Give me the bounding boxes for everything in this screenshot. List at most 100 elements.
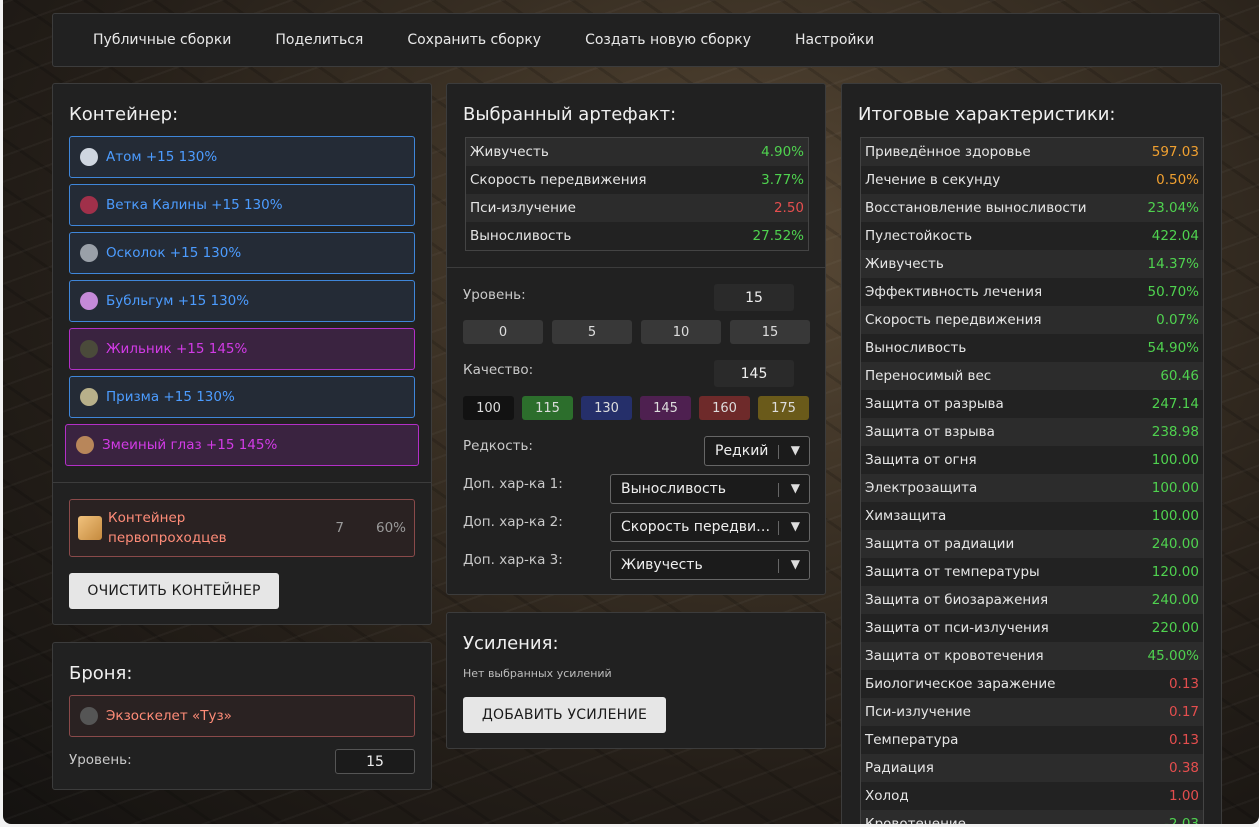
slot-label: Ветка Калины +15 130%: [106, 197, 283, 213]
stat-value: 422.04: [1151, 228, 1199, 244]
container-slot[interactable]: Бубльгум +15 130%: [69, 280, 415, 322]
final-stat-row: Живучесть 14.37%: [861, 250, 1203, 278]
stat-name: Радиация: [865, 760, 934, 776]
quality-label: Качество:: [463, 362, 534, 378]
nav-save-build[interactable]: Сохранить сборку: [407, 32, 541, 48]
level-preset-button[interactable]: 0: [463, 320, 543, 344]
stat-value: 2.50: [773, 200, 804, 216]
nav-new-build[interactable]: Создать новую сборку: [585, 32, 751, 48]
stat-value: 0.17: [1168, 704, 1199, 720]
extra1-label: Доп. хар-ка 1:: [463, 476, 563, 492]
stat-value: 0.38: [1168, 760, 1199, 776]
stat-value: 23.04%: [1147, 200, 1199, 216]
stat-value: -2.03: [1164, 816, 1199, 824]
clear-container-button[interactable]: ОЧИСТИТЬ КОНТЕЙНЕР: [69, 573, 279, 609]
container-slot[interactable]: Атом +15 130%: [69, 136, 415, 178]
stat-name: Выносливость: [865, 340, 967, 356]
armor-level-input[interactable]: 15: [335, 749, 415, 774]
divider: [53, 482, 431, 483]
stat-value: 100.00: [1151, 508, 1199, 524]
stat-name: Выносливость: [470, 228, 572, 244]
stat-value: 4.90%: [761, 144, 804, 160]
container-name: Контейнер первопроходцев: [108, 510, 227, 546]
nav-share[interactable]: Поделиться: [275, 32, 363, 48]
container-slot[interactable]: Змеиный глаз +15 145%: [65, 424, 419, 466]
stat-value: 45.00%: [1147, 648, 1199, 664]
bubblegum-icon: [80, 292, 98, 310]
add-boost-button[interactable]: ДОБАВИТЬ УСИЛЕНИЕ: [463, 697, 666, 733]
boosts-panel: Усиления: Нет выбранных усилений ДОБАВИТ…: [446, 612, 826, 749]
prism-icon: [80, 388, 98, 406]
slot-label: Жильник +15 145%: [106, 341, 248, 357]
nav-public-builds[interactable]: Публичные сборки: [93, 32, 231, 48]
slot-label: Призма +15 130%: [106, 389, 235, 405]
final-stat-row: Лечение в секунду 0.50%: [861, 166, 1203, 194]
extra2-value: Скорость передвижения: [621, 519, 771, 535]
extra1-select[interactable]: Выносливость ▼: [610, 474, 810, 504]
level-input[interactable]: 15: [714, 284, 794, 311]
boosts-title: Усиления:: [463, 633, 559, 654]
final-stat-row: Кровотечение -2.03: [861, 810, 1203, 824]
stat-name: Защита от температуры: [865, 564, 1040, 580]
chevron-down-icon: ▼: [790, 557, 800, 571]
stat-value: 100.00: [1151, 480, 1199, 496]
final-stat-row: Защита от разрыва 247.14: [861, 390, 1203, 418]
container-card[interactable]: Контейнер первопроходцев 7 60%: [69, 499, 415, 557]
stat-value: 240.00: [1151, 536, 1199, 552]
level-preset-button[interactable]: 5: [552, 320, 632, 344]
extra1-value: Выносливость: [621, 481, 727, 497]
stat-name: Электрозащита: [865, 480, 978, 496]
armor-panel: Броня: Экзоскелет «Туз» Уровень: 15: [52, 642, 432, 790]
final-stat-row: Приведённое здоровье 597.03: [861, 138, 1203, 166]
artifact-stat-row: Скорость передвижения 3.77%: [466, 166, 808, 194]
artifact-stat-row: Пси-излучение 2.50: [466, 194, 808, 222]
rarity-select[interactable]: Редкий ▼: [704, 436, 810, 466]
container-slot-count: 7: [335, 520, 344, 536]
level-preset-button[interactable]: 10: [641, 320, 721, 344]
armor-slot[interactable]: Экзоскелет «Туз»: [69, 695, 415, 737]
extra2-select[interactable]: Скорость передвижения ▼: [610, 512, 810, 542]
armor-level-label: Уровень:: [69, 752, 132, 768]
nav-settings[interactable]: Настройки: [795, 32, 874, 48]
extra3-value: Живучесть: [621, 557, 703, 573]
quality-preset-button[interactable]: 100: [463, 396, 514, 420]
stat-name: Пулестойкость: [865, 228, 973, 244]
final-stats-panel: Итоговые характеристики: Приведённое здо…: [841, 83, 1222, 824]
stat-value: 100.00: [1151, 452, 1199, 468]
quality-input[interactable]: 145: [714, 360, 794, 387]
page-background: Публичные сборки Поделиться Сохранить сб…: [3, 0, 1259, 824]
stat-value: 0.13: [1168, 676, 1199, 692]
quality-preset-button[interactable]: 145: [640, 396, 691, 420]
final-stat-row: Пси-излучение 0.17: [861, 698, 1203, 726]
container-slot[interactable]: Призма +15 130%: [69, 376, 415, 418]
stat-name: Приведённое здоровье: [865, 144, 1031, 160]
stat-name: Защита от биозаражения: [865, 592, 1049, 608]
stat-value: 0.07%: [1156, 312, 1199, 328]
stat-name: Скорость передвижения: [470, 172, 647, 188]
stat-value: 597.03: [1151, 144, 1199, 160]
final-stat-row: Холод 1.00: [861, 782, 1203, 810]
extra3-select[interactable]: Живучесть ▼: [610, 550, 810, 580]
container-slot[interactable]: Осколок +15 130%: [69, 232, 415, 274]
final-stat-row: Электрозащита 100.00: [861, 474, 1203, 502]
quality-preset-button[interactable]: 175: [758, 396, 809, 420]
level-preset-button[interactable]: 15: [730, 320, 810, 344]
container-title: Контейнер:: [69, 104, 179, 125]
container-slot[interactable]: Жильник +15 145%: [69, 328, 415, 370]
quality-preset-button[interactable]: 160: [699, 396, 750, 420]
quality-preset-button[interactable]: 130: [581, 396, 632, 420]
final-stat-row: Защита от температуры 120.00: [861, 558, 1203, 586]
stat-name: Защита от кровотечения: [865, 648, 1044, 664]
stat-value: 14.37%: [1147, 256, 1199, 272]
boosts-empty-text: Нет выбранных усилений: [463, 667, 612, 680]
stat-name: Скорость передвижения: [865, 312, 1042, 328]
slot-label: Осколок +15 130%: [106, 245, 242, 261]
stat-name: Живучесть: [470, 144, 549, 160]
stat-name: Живучесть: [865, 256, 944, 272]
snake-eye-icon: [76, 436, 94, 454]
quality-preset-button[interactable]: 115: [522, 396, 573, 420]
stat-value: 60.46: [1160, 368, 1199, 384]
armor-title: Броня:: [69, 663, 133, 684]
container-slot[interactable]: Ветка Калины +15 130%: [69, 184, 415, 226]
exoskeleton-icon: [80, 707, 98, 725]
